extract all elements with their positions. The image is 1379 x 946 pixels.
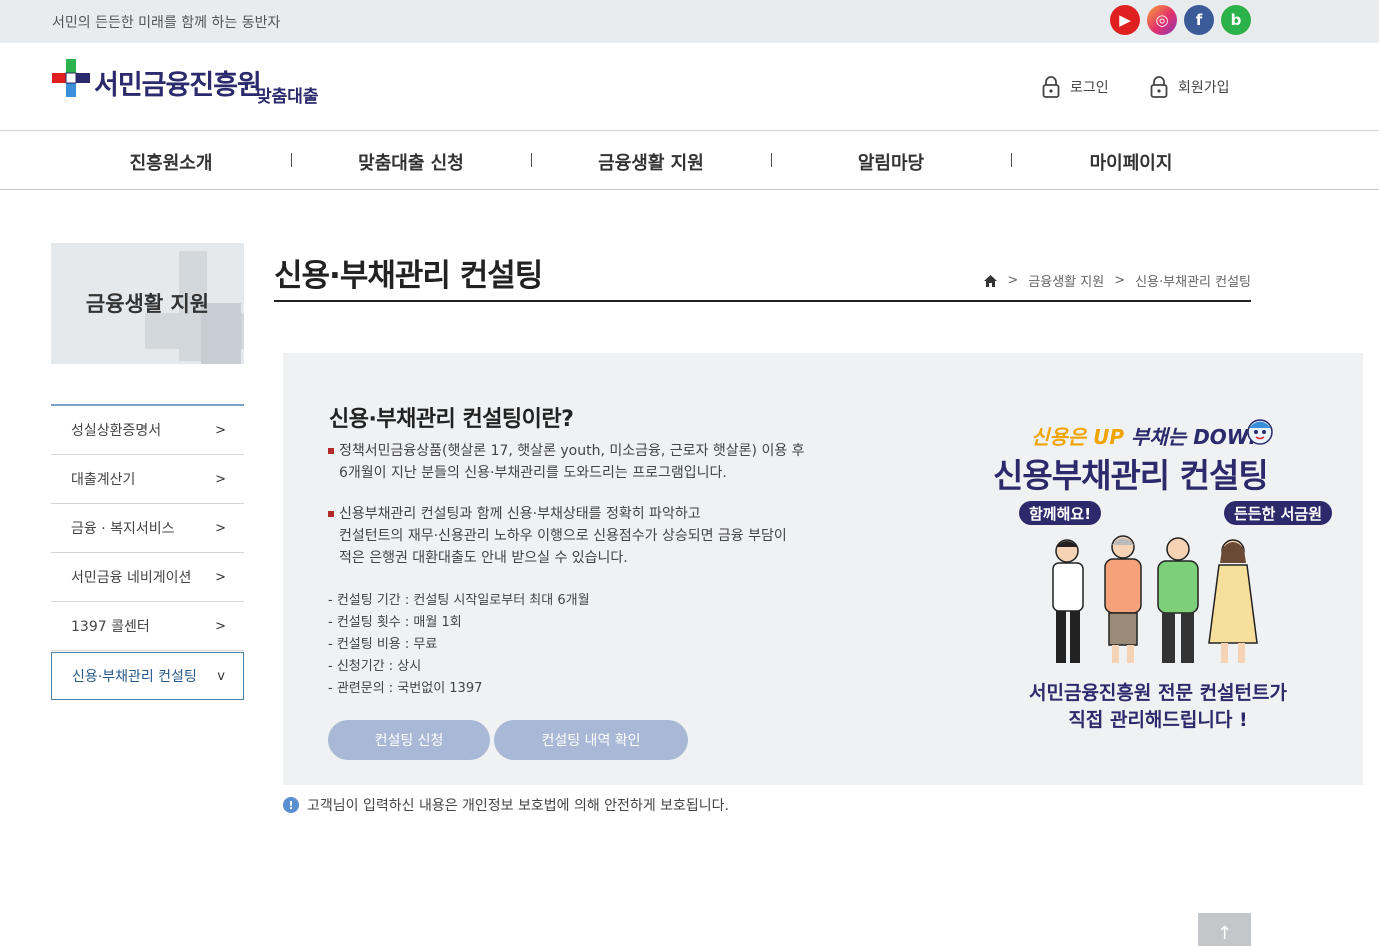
promo-title: 신용부채관리 컨설팅 bbox=[993, 456, 1269, 495]
speech-bubble-right: 든든한 서금원 bbox=[1224, 501, 1333, 525]
breadcrumb-separator: > bbox=[1007, 273, 1019, 288]
sidebar-item-repayment-certificate[interactable]: 성실상환증명서 > bbox=[51, 406, 244, 455]
check-consulting-history-button[interactable]: 컨설팅 내역 확인 bbox=[494, 720, 688, 760]
intro-line: 정책서민금융상품(햇살론 17, 햇살론 youth, 미소금융, 근로자 햇살… bbox=[339, 443, 805, 459]
detail-frequency: - 컨설팅 횟수 : 매월 1회 bbox=[328, 615, 462, 630]
nav-item-mypage[interactable]: 마이페이지 bbox=[1011, 149, 1251, 175]
logo-subtitle: 맞춤대출 bbox=[256, 87, 319, 107]
login-link[interactable]: 로그인 bbox=[1042, 76, 1109, 98]
intro-line: 6개월이 지난 분들의 신용·부채관리를 도와드리는 프로그램입니다. bbox=[339, 465, 727, 481]
title-divider bbox=[274, 300, 1251, 302]
chevron-right-icon: > bbox=[215, 471, 226, 487]
promo-caption: 서민금융진흥원 전문 컨설턴트가 bbox=[1029, 682, 1287, 704]
breadcrumb-item[interactable]: 금융생활 지원 bbox=[1028, 271, 1104, 290]
top-bar: 서민의 든든한 미래를 함께 하는 동반자 ▶ ◎ f b bbox=[0, 0, 1379, 43]
promo-caption: 직접 관리해드립니다 ! bbox=[1068, 709, 1248, 731]
nav-item-financial-support[interactable]: 금융생활 지원 bbox=[531, 149, 771, 175]
facebook-icon[interactable]: f bbox=[1184, 5, 1214, 35]
benefit-line: 적은 은행권 대환대출도 안내 받으실 수 있습니다. bbox=[339, 550, 628, 566]
page-title: 신용·부채관리 컨설팅 bbox=[274, 258, 543, 294]
info-icon: ! bbox=[283, 797, 299, 813]
detail-period: - 컨설팅 기간 : 컨설팅 시작일로부터 최대 6개월 bbox=[328, 593, 590, 608]
sidebar-item-welfare-service[interactable]: 금융 · 복지서비스 > bbox=[51, 504, 244, 553]
promo-tag-up: 신용은 UP bbox=[1031, 425, 1125, 449]
breadcrumb: > 금융생활 지원 > 신용·부채관리 컨설팅 bbox=[984, 271, 1251, 290]
sidebar-item-label: 성실상환증명서 bbox=[71, 423, 162, 439]
lock-icon bbox=[1042, 76, 1060, 98]
lock-icon bbox=[1150, 76, 1168, 98]
sidebar-item-navigation[interactable]: 서민금융 네비게이션 > bbox=[51, 553, 244, 602]
detail-cost: - 컨설팅 비용 : 무료 bbox=[328, 637, 438, 652]
breadcrumb-separator: > bbox=[1114, 273, 1126, 288]
benefit-line: 신용부채관리 컨설팅과 함께 신용·부채상태를 정확히 파악하고 bbox=[339, 506, 701, 522]
chevron-down-icon: v bbox=[217, 668, 225, 684]
nav-item-loan-apply[interactable]: 맞춤대출 신청 bbox=[291, 149, 531, 175]
intro-paragraph: 정책서민금융상품(햇살론 17, 햇살론 youth, 미소금융, 근로자 햇살… bbox=[328, 440, 805, 484]
chevron-right-icon: > bbox=[215, 520, 226, 536]
benefit-line: 컨설턴트의 재무·신용관리 노하우 이행으로 신용점수가 상승되면 금융 부담이 bbox=[339, 528, 787, 544]
sidebar-item-call-center[interactable]: 1397 콜센터 > bbox=[51, 602, 244, 651]
promo-banner: 신용은 UP 부채는 DOWN 신용부채관리 컨설팅 함께해요! 든든한 서금원 bbox=[973, 413, 1353, 743]
detail-contact: - 관련문의 : 국번없이 1397 bbox=[328, 681, 483, 696]
info-heading: 신용·부채관리 컨설팅이란? bbox=[329, 407, 574, 432]
instagram-icon[interactable]: ◎ bbox=[1147, 5, 1177, 35]
apply-consulting-button[interactable]: 컨설팅 신청 bbox=[328, 720, 490, 760]
header: 서민금융진흥원 맞춤대출 로그인 회원가입 bbox=[0, 43, 1379, 131]
blog-icon[interactable]: b bbox=[1221, 5, 1251, 35]
mascot-icon bbox=[1247, 419, 1273, 445]
nav-item-notice[interactable]: 알림마당 bbox=[771, 149, 1011, 175]
speech-bubble-left: 함께해요! bbox=[1019, 501, 1102, 525]
sidebar-title-box: 금융생활 지원 bbox=[51, 243, 244, 364]
scroll-to-top-button[interactable]: ↑ bbox=[1198, 913, 1251, 946]
join-link[interactable]: 회원가입 bbox=[1150, 76, 1230, 98]
promo-tagline: 신용은 UP 부채는 DOWN bbox=[1031, 421, 1266, 450]
people-illustration bbox=[1052, 535, 1258, 663]
nav-item-about[interactable]: 진흥원소개 bbox=[51, 149, 291, 175]
chevron-right-icon: > bbox=[215, 569, 226, 585]
detail-apply-period: - 신청기간 : 상시 bbox=[328, 659, 422, 674]
sidebar-menu: 성실상환증명서 > 대출계산기 > 금융 · 복지서비스 > 서민금융 네비게이… bbox=[51, 404, 244, 700]
tagline: 서민의 든든한 미래를 함께 하는 동반자 bbox=[52, 15, 281, 31]
global-nav: 진흥원소개 맞춤대출 신청 금융생활 지원 알림마당 마이페이지 bbox=[0, 131, 1379, 190]
sidebar-item-loan-calculator[interactable]: 대출계산기 > bbox=[51, 455, 244, 504]
privacy-notice-text: 고객님이 입력하신 내용은 개인정보 보호법에 의해 안전하게 보호됩니다. bbox=[307, 798, 729, 814]
login-label: 로그인 bbox=[1070, 80, 1109, 96]
sidebar-item-label: 1397 콜센터 bbox=[71, 619, 150, 635]
consulting-info-box: 신용·부채관리 컨설팅이란? 정책서민금융상품(햇살론 17, 햇살론 yout… bbox=[283, 353, 1363, 785]
sidebar-title: 금융생활 지원 bbox=[85, 292, 210, 316]
chevron-right-icon: > bbox=[215, 618, 226, 634]
bullet-icon bbox=[328, 448, 334, 454]
logo-text[interactable]: 서민금융진흥원 bbox=[94, 63, 262, 102]
bullet-icon bbox=[328, 511, 334, 517]
sidebar-item-label: 금융 · 복지서비스 bbox=[71, 521, 175, 537]
home-icon[interactable] bbox=[984, 274, 998, 287]
benefit-paragraph: 신용부채관리 컨설팅과 함께 신용·부채상태를 정확히 파악하고 컨설턴트의 재… bbox=[328, 503, 787, 569]
logo-mark-icon[interactable] bbox=[52, 59, 90, 97]
sidebar-item-credit-consulting[interactable]: 신용·부채관리 컨설팅 v bbox=[51, 652, 244, 700]
sidebar-item-label: 서민금융 네비게이션 bbox=[71, 570, 192, 586]
sidebar-item-label: 신용·부채관리 컨설팅 bbox=[72, 669, 197, 685]
join-label: 회원가입 bbox=[1178, 80, 1230, 96]
breadcrumb-item[interactable]: 신용·부채관리 컨설팅 bbox=[1135, 271, 1251, 290]
privacy-notice: ! 고객님이 입력하신 내용은 개인정보 보호법에 의해 안전하게 보호됩니다. bbox=[283, 795, 729, 815]
consulting-details: - 컨설팅 기간 : 컨설팅 시작일로부터 최대 6개월 - 컨설팅 횟수 : … bbox=[328, 590, 590, 700]
chevron-right-icon: > bbox=[215, 422, 226, 438]
sidebar-item-label: 대출계산기 bbox=[71, 472, 136, 488]
youtube-icon[interactable]: ▶ bbox=[1110, 5, 1140, 35]
